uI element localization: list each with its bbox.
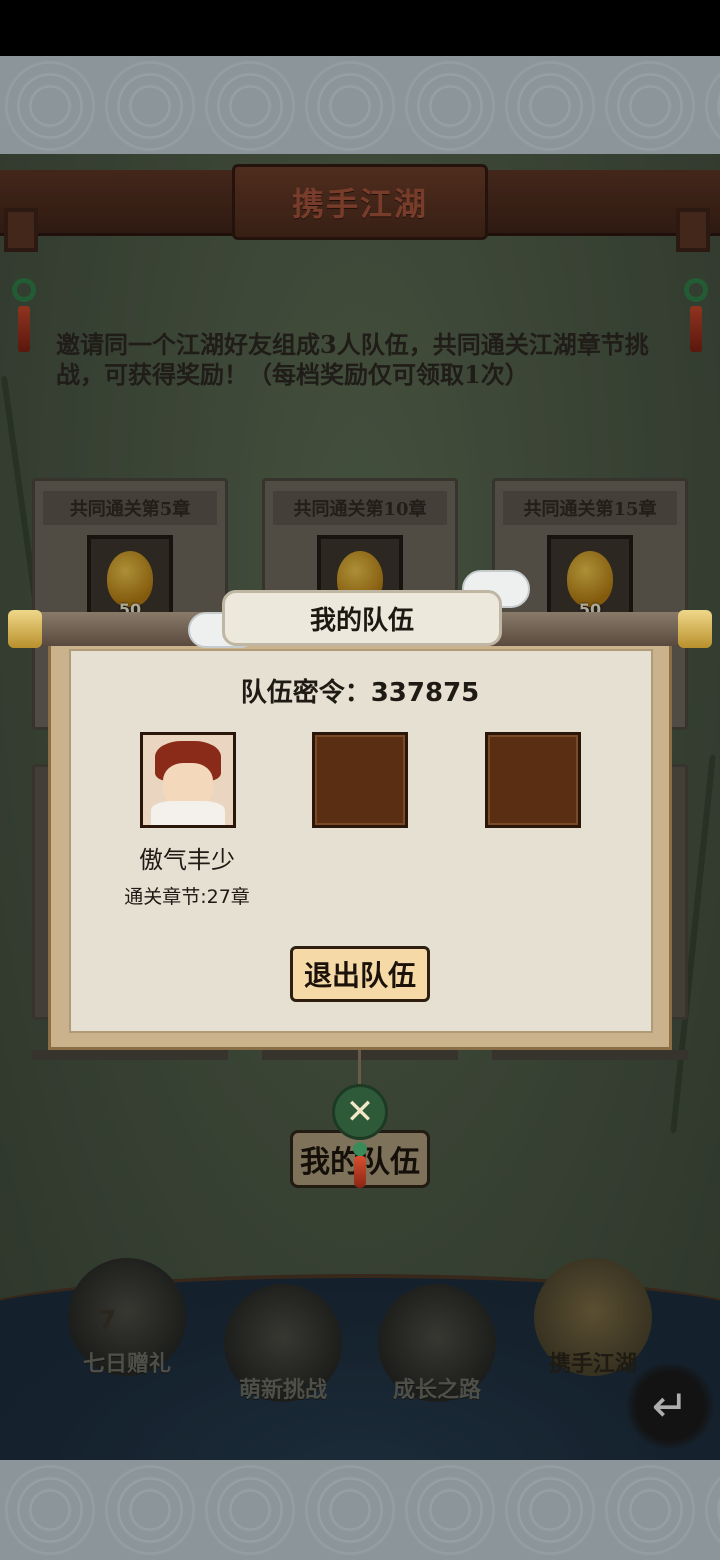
close-string [358,1050,361,1086]
modal-title: 我的队伍 [309,605,414,636]
swirl-pattern-bottom [0,1460,720,1560]
scroll-rod-cap [678,610,712,648]
swirl-pattern-top [0,56,720,154]
bead-icon [353,1142,367,1156]
member-slot-empty[interactable] [485,732,581,828]
avatar [143,735,233,825]
leave-team-button[interactable]: 退出队伍 [290,946,430,1002]
status-bar [0,0,720,56]
member-chapter: 通关章节:27章 [124,886,250,908]
tassel-icon [354,1156,366,1188]
team-code: 队伍密令：337875 [240,678,480,708]
crossed-swords-icon: ✕ [345,1092,375,1132]
member-name: 傲气丰少 [139,846,235,874]
close-button[interactable]: ✕ [332,1084,388,1140]
scroll-rod-cap [8,610,42,648]
member-slot-empty[interactable] [312,732,408,828]
modal-title-plate: 我的队伍 [222,590,502,646]
member-slot[interactable] [140,732,236,828]
